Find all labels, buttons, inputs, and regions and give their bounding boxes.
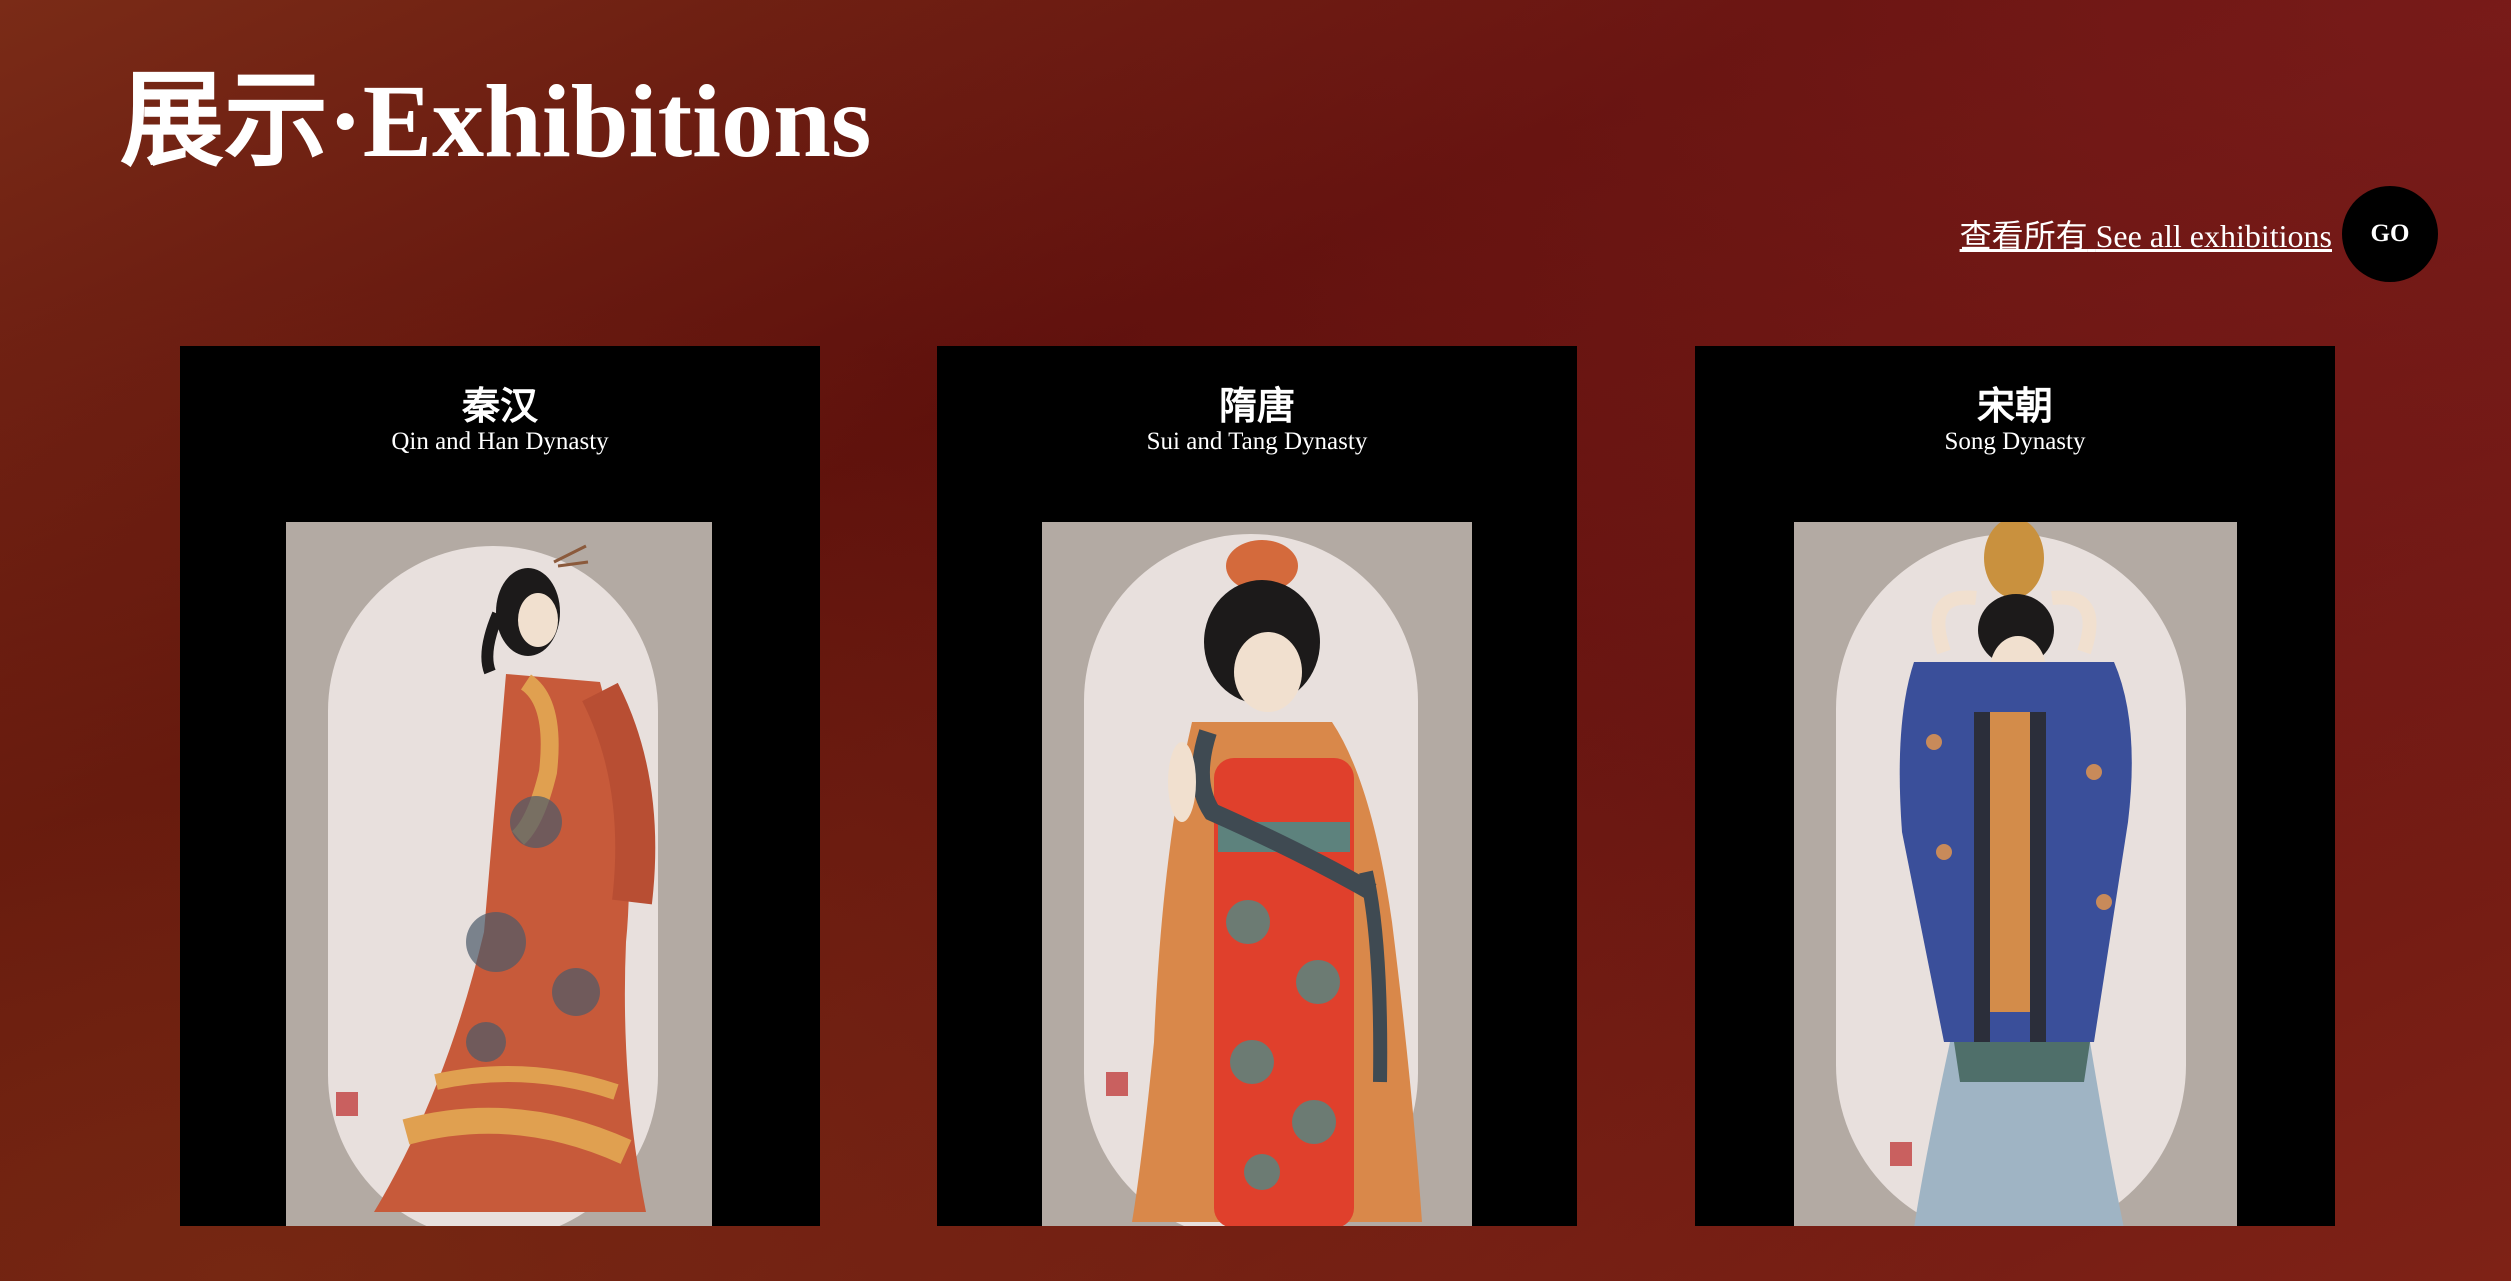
card-painting[interactable] xyxy=(1794,522,2237,1226)
card-title-en: Sui and Tang Dynasty xyxy=(1146,428,1368,455)
card-painting[interactable] xyxy=(1042,522,1472,1226)
song-lady-figure-icon xyxy=(1836,522,2186,1226)
card-title-zh: 秦汉 xyxy=(461,384,538,428)
exhibition-card-qin-han[interactable]: 秦汉 Qin and Han Dynasty xyxy=(180,346,820,1226)
card-painting[interactable] xyxy=(286,522,712,1226)
page-title-zh: 展示 xyxy=(120,59,329,181)
exhibition-card-song[interactable]: 宋朝 Song Dynasty xyxy=(1695,346,2335,1226)
tang-lady-figure-icon xyxy=(1084,534,1422,1226)
see-all-exhibitions: 查看所有 See all exhibitions GO xyxy=(1960,186,2438,282)
han-lady-figure-icon xyxy=(328,544,658,1226)
go-button[interactable]: GO xyxy=(2342,186,2438,282)
see-all-label-zh: 查看所有 xyxy=(1959,217,2088,255)
card-title-en: Song Dynasty xyxy=(1944,428,2086,455)
see-all-label-en: See all exhibitions xyxy=(2095,218,2332,254)
card-title-en: Qin and Han Dynasty xyxy=(391,428,609,455)
page-title: 展示·Exhibitions xyxy=(120,68,871,174)
exhibition-card-sui-tang[interactable]: 隋唐 Sui and Tang Dynasty xyxy=(937,346,1577,1226)
page-title-separator: · xyxy=(328,64,363,179)
card-title-zh: 宋朝 xyxy=(1976,384,2053,428)
card-title-zh: 隋唐 xyxy=(1218,384,1295,428)
page-title-en: Exhibitions xyxy=(362,64,872,179)
see-all-link[interactable]: 查看所有 See all exhibitions xyxy=(1960,211,2332,257)
